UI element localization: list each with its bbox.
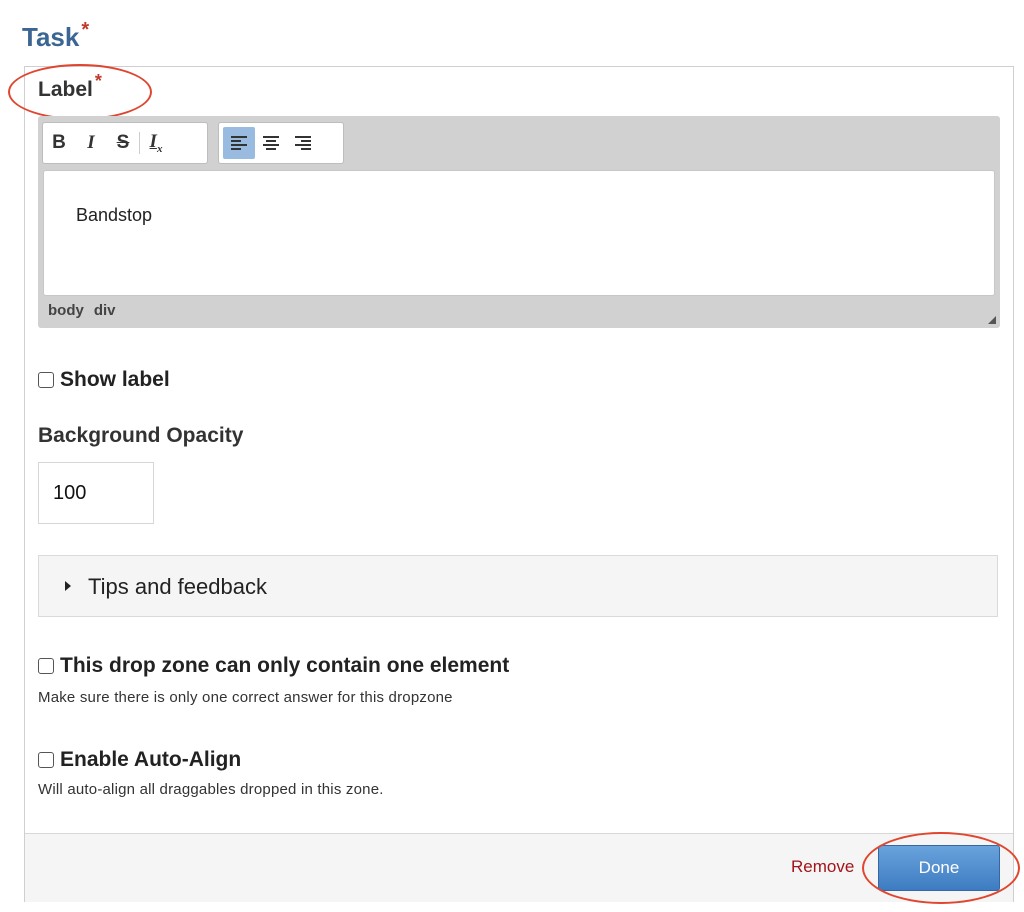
single-element-help: Make sure there is only one correct answ… (38, 689, 453, 706)
italic-icon: I (87, 132, 95, 153)
task-title: Task * (22, 19, 90, 53)
required-mark: * (81, 19, 90, 41)
single-element-text: This drop zone can only contain one elem… (60, 654, 510, 677)
show-label-row: Show label (38, 368, 170, 392)
strikethrough-button[interactable]: S (107, 127, 139, 159)
editor-content: Bandstop (76, 205, 153, 225)
single-element-checkbox[interactable] (38, 658, 54, 674)
auto-align-text: Enable Auto-Align (60, 748, 242, 771)
align-left-icon (231, 136, 247, 150)
auto-align-row: Enable Auto-Align (38, 748, 241, 772)
resize-handle[interactable] (988, 316, 996, 324)
element-path: body div (48, 302, 126, 319)
strikethrough-icon: S (116, 132, 130, 153)
auto-align-help: Will auto-align all draggables dropped i… (38, 781, 384, 798)
path-body[interactable]: body (48, 302, 84, 319)
remove-format-icon: Ix (149, 131, 163, 155)
task-title-text: Task (22, 22, 80, 52)
single-element-row: This drop zone can only contain one elem… (38, 654, 509, 678)
format-toolbar-group: B I S Ix (42, 122, 208, 164)
align-right-button[interactable] (287, 127, 319, 159)
tips-and-feedback-toggle[interactable]: Tips and feedback (38, 555, 998, 617)
remove-format-button[interactable]: Ix (140, 127, 172, 159)
show-label-text: Show label (60, 368, 170, 391)
bold-icon: B (52, 132, 66, 153)
align-left-button[interactable] (223, 127, 255, 159)
background-opacity-input[interactable]: 100 (38, 462, 154, 524)
remove-button[interactable]: Remove (791, 857, 854, 877)
align-center-button[interactable] (255, 127, 287, 159)
label-highlight-ellipse (8, 64, 152, 120)
show-label-checkbox[interactable] (38, 372, 54, 388)
caret-right-icon (65, 581, 71, 591)
align-right-icon (295, 136, 311, 150)
tips-and-feedback-label: Tips and feedback (88, 574, 267, 599)
background-opacity-title: Background Opacity (38, 424, 244, 447)
path-div[interactable]: div (94, 302, 116, 319)
rich-text-editor: B I S Ix Bandstop body div (38, 116, 1000, 328)
align-center-icon (263, 136, 279, 150)
auto-align-checkbox[interactable] (38, 752, 54, 768)
italic-button[interactable]: I (75, 127, 107, 159)
bold-button[interactable]: B (43, 127, 75, 159)
align-toolbar-group (218, 122, 344, 164)
done-highlight-ellipse (862, 832, 1020, 904)
editor-content-area[interactable]: Bandstop (43, 170, 995, 296)
